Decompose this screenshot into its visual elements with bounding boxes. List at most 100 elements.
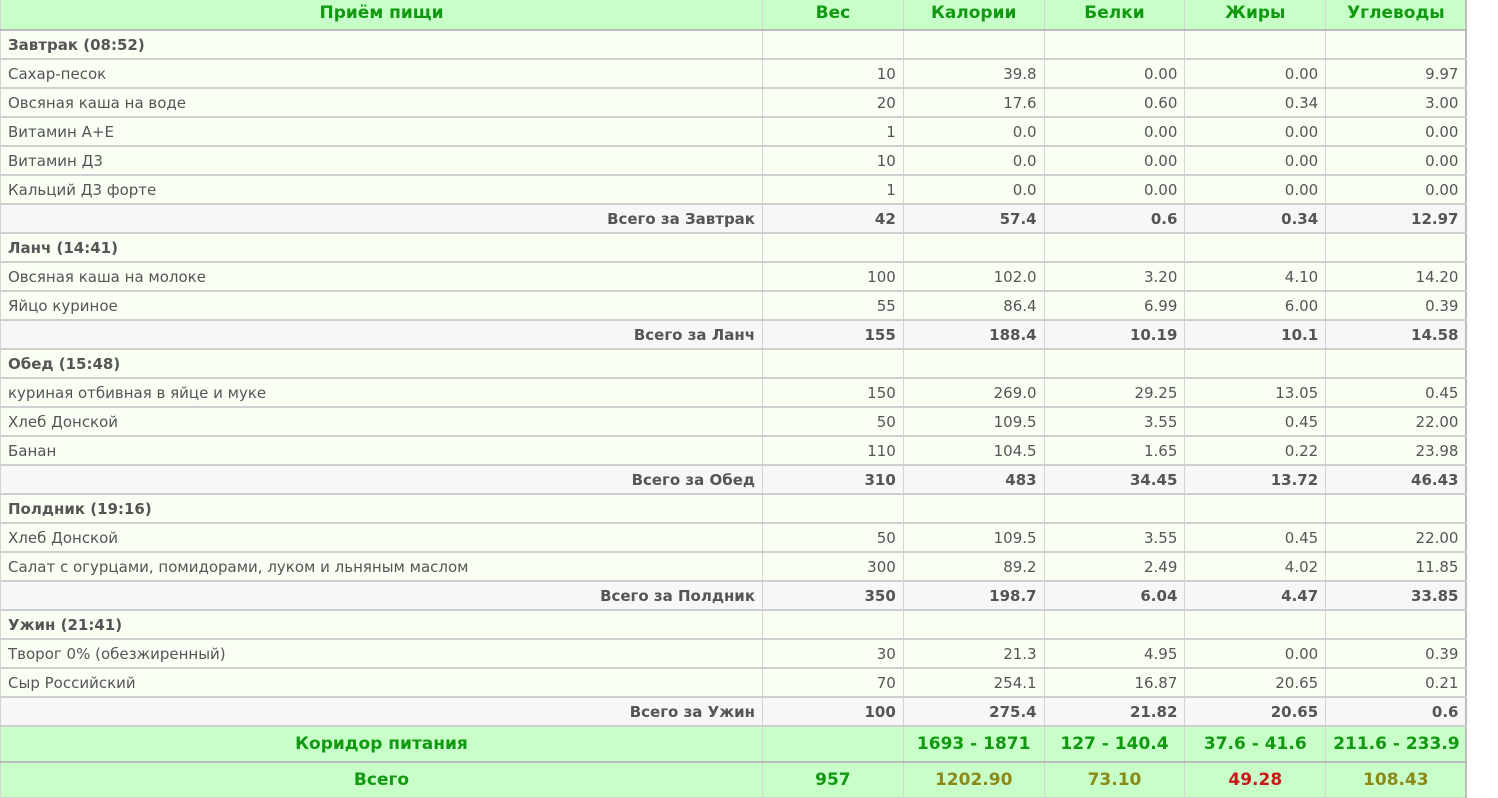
item-name[interactable]: Сахар-песок	[0, 58, 763, 89]
item-calories: 39.8	[902, 58, 1045, 89]
food-row[interactable]: куриная отбивная в яйце и муке 150 269.0 29…	[0, 377, 1468, 408]
item-weight: 1	[762, 116, 904, 147]
empty-cell	[762, 348, 904, 379]
meal-total-row: Всего за Завтрак 42 57.4 0.6 0.34 12.97	[0, 203, 1468, 234]
item-carbs: 0.45	[1325, 377, 1468, 408]
meal-total-row: Всего за Полдник 350 198.7 6.04 4.47 33.85	[0, 580, 1468, 611]
item-calories: 86.4	[902, 290, 1045, 321]
item-name[interactable]: Хлеб Донской	[0, 522, 763, 553]
empty-cell	[1325, 232, 1468, 263]
meal-total-weight: 42	[762, 203, 904, 234]
meal-header-row: Ланч (14:41)	[0, 232, 1468, 263]
meal-title: Полдник (19:16)	[0, 493, 763, 524]
col-meal: Приём пищи	[0, 0, 763, 31]
food-diary-table: Приём пищи Вес Калории Белки Жиры Углево…	[0, 0, 1468, 798]
grand-total-fat: 49.28	[1184, 761, 1327, 798]
empty-cell	[1043, 493, 1186, 524]
item-name[interactable]: Салат с огурцами, помидорами, луком и ль…	[0, 551, 763, 582]
meal-total-carbs: 12.97	[1325, 203, 1468, 234]
item-name[interactable]: куриная отбивная в яйце и муке	[0, 377, 763, 408]
meal-total-row: Всего за Обед 310 483 34.45 13.72 46.43	[0, 464, 1468, 495]
item-weight: 110	[762, 435, 904, 466]
item-weight: 50	[762, 406, 904, 437]
item-protein: 1.65	[1043, 435, 1186, 466]
item-calories: 89.2	[902, 551, 1045, 582]
item-fat: 0.45	[1184, 522, 1327, 553]
meal-header-row: Обед (15:48)	[0, 348, 1468, 379]
diary-body: Завтрак (08:52) Сахар-песок 10 39.8 0.00 0.00…	[0, 29, 1468, 727]
meal-total-calories: 57.4	[902, 203, 1045, 234]
food-row[interactable]: Творог 0% (обезжиренный) 30 21.3 4.95 0.00 0.…	[0, 638, 1468, 669]
item-name[interactable]: Хлеб Донской	[0, 406, 763, 437]
empty-cell	[1043, 232, 1186, 263]
food-row[interactable]: Витамин Д3 10 0.0 0.00 0.00 0.00	[0, 145, 1468, 176]
food-row[interactable]: Овсяная каша на воде 20 17.6 0.60 0.34 3.00	[0, 87, 1468, 118]
item-calories: 0.0	[902, 116, 1045, 147]
item-name[interactable]: Витамин А+Е	[0, 116, 763, 147]
item-name[interactable]: Овсяная каша на молоке	[0, 261, 763, 292]
food-row[interactable]: Витамин А+Е 1 0.0 0.00 0.00 0.00	[0, 116, 1468, 147]
food-row[interactable]: Хлеб Донской 50 109.5 3.55 0.45 22.00	[0, 406, 1468, 437]
item-name[interactable]: Яйцо куриное	[0, 290, 763, 321]
meal-total-calories: 483	[902, 464, 1045, 495]
food-row[interactable]: Яйцо куриное 55 86.4 6.99 6.00 0.39	[0, 290, 1468, 321]
meal-total-carbs: 33.85	[1325, 580, 1468, 611]
item-calories: 109.5	[902, 406, 1045, 437]
meal-total-label: Всего за Ужин	[0, 696, 763, 727]
empty-cell	[1043, 348, 1186, 379]
item-fat: 0.22	[1184, 435, 1327, 466]
item-name[interactable]: Витамин Д3	[0, 145, 763, 176]
item-protein: 0.00	[1043, 116, 1186, 147]
corridor-label: Коридор питания	[0, 725, 763, 763]
empty-cell	[762, 232, 904, 263]
item-weight: 150	[762, 377, 904, 408]
empty-cell	[1325, 609, 1468, 640]
grand-total-protein: 73.10	[1043, 761, 1186, 798]
item-calories: 102.0	[902, 261, 1045, 292]
item-weight: 70	[762, 667, 904, 698]
empty-cell	[1325, 348, 1468, 379]
item-weight: 1	[762, 174, 904, 205]
item-protein: 0.00	[1043, 145, 1186, 176]
food-row[interactable]: Овсяная каша на молоке 100 102.0 3.20 4.10 14…	[0, 261, 1468, 292]
item-name[interactable]: Кальций Д3 форте	[0, 174, 763, 205]
meal-title: Завтрак (08:52)	[0, 29, 763, 60]
empty-cell	[1325, 493, 1468, 524]
food-row[interactable]: Сыр Российский 70 254.1 16.87 20.65 0.21	[0, 667, 1468, 698]
item-weight: 20	[762, 87, 904, 118]
col-fat: Жиры	[1184, 0, 1327, 31]
empty-cell	[762, 493, 904, 524]
item-fat: 4.02	[1184, 551, 1327, 582]
item-carbs: 0.39	[1325, 290, 1468, 321]
item-carbs: 0.39	[1325, 638, 1468, 669]
item-fat: 0.34	[1184, 87, 1327, 118]
meal-total-carbs: 0.6	[1325, 696, 1468, 727]
meal-total-protein: 34.45	[1043, 464, 1186, 495]
item-calories: 21.3	[902, 638, 1045, 669]
food-row[interactable]: Кальций Д3 форте 1 0.0 0.00 0.00 0.00	[0, 174, 1468, 205]
col-protein: Белки	[1043, 0, 1186, 31]
food-row[interactable]: Сахар-песок 10 39.8 0.00 0.00 9.97	[0, 58, 1468, 89]
empty-cell	[1043, 29, 1186, 60]
item-fat: 0.00	[1184, 116, 1327, 147]
item-name[interactable]: Творог 0% (обезжиренный)	[0, 638, 763, 669]
empty-cell	[1184, 493, 1327, 524]
item-weight: 10	[762, 58, 904, 89]
empty-cell	[1184, 609, 1327, 640]
meal-total-row: Всего за Ужин 100 275.4 21.82 20.65 0.6	[0, 696, 1468, 727]
food-row[interactable]: Хлеб Донской 50 109.5 3.55 0.45 22.00	[0, 522, 1468, 553]
empty-cell	[1043, 609, 1186, 640]
item-protein: 0.00	[1043, 174, 1186, 205]
meal-total-weight: 155	[762, 319, 904, 350]
item-name[interactable]: Сыр Российский	[0, 667, 763, 698]
item-name[interactable]: Овсяная каша на воде	[0, 87, 763, 118]
meal-title: Ужин (21:41)	[0, 609, 763, 640]
food-row[interactable]: Салат с огурцами, помидорами, луком и ль…	[0, 551, 1468, 582]
food-row[interactable]: Банан 110 104.5 1.65 0.22 23.98	[0, 435, 1468, 466]
item-fat: 0.00	[1184, 145, 1327, 176]
grand-total-weight: 957	[762, 761, 904, 798]
col-calories: Калории	[902, 0, 1045, 31]
item-carbs: 22.00	[1325, 522, 1468, 553]
item-protein: 29.25	[1043, 377, 1186, 408]
item-name[interactable]: Банан	[0, 435, 763, 466]
